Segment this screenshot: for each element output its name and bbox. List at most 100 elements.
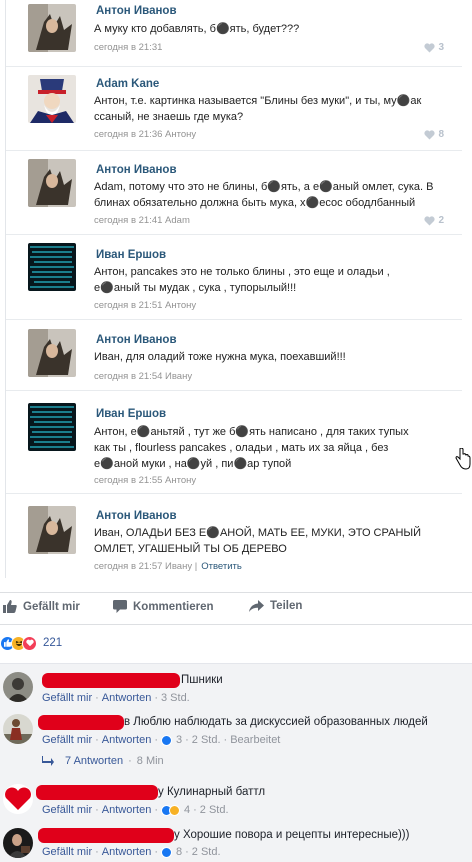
comment-reaction-count[interactable]: 8 bbox=[176, 846, 182, 858]
comment-actions: Gefällt mir · Antworten · 8 · 2 Std. bbox=[42, 846, 221, 858]
replies-time[interactable]: 8 Min bbox=[137, 755, 164, 767]
view-replies-link[interactable]: 7 Antworten · 8 Min bbox=[42, 755, 164, 767]
comment-timestamp: сегодня в 21:41 Adam bbox=[94, 215, 190, 226]
redacted-name bbox=[38, 715, 124, 730]
comment-actions: Gefällt mir · Antworten · 3 Std. bbox=[42, 692, 190, 704]
embedded-screenshot: Антон Иванов А муку кто добавлять, б⚫ять… bbox=[0, 0, 472, 590]
comment-reaction-count[interactable]: 4 bbox=[184, 804, 190, 816]
comment-reply-link[interactable]: Antworten bbox=[102, 734, 152, 746]
comment-reply-link[interactable]: Antworten bbox=[102, 692, 152, 704]
post-action-bar: Gefällt mir Kommentieren Teilen bbox=[0, 592, 472, 625]
vk-comment: Иван Ершов Антон, pancakes это не только… bbox=[6, 235, 462, 320]
thumbs-up-icon bbox=[3, 600, 17, 613]
heart-icon bbox=[424, 129, 436, 139]
replies-count[interactable]: 7 Antworten bbox=[65, 755, 123, 767]
author-name[interactable]: Иван Ершов bbox=[96, 249, 166, 261]
like-count: 8 bbox=[438, 129, 444, 140]
comment-reactions[interactable] bbox=[161, 734, 172, 746]
like-button[interactable]: Gefällt mir bbox=[3, 600, 80, 613]
comment: у Хорошие повора и рецепты интересные)))… bbox=[0, 824, 472, 862]
reaction-count[interactable]: 221 bbox=[43, 637, 62, 649]
comment-meta: сегодня в 21:31 bbox=[94, 42, 162, 53]
comment-timestamp: сегодня в 21:31 bbox=[94, 42, 163, 53]
comment-timestamp: сегодня в 21:55 Антону bbox=[94, 475, 197, 486]
avatar[interactable] bbox=[28, 159, 76, 207]
heart-icon bbox=[424, 42, 436, 52]
comment-label: Kommentieren bbox=[133, 600, 214, 613]
author-name[interactable]: Иван Ершов bbox=[96, 408, 166, 420]
like-counter[interactable]: 8 bbox=[424, 129, 444, 140]
comment-actions: Gefällt mir · Antworten · 3 · 2 Std. · Bearb… bbox=[42, 734, 281, 746]
redacted-name bbox=[36, 785, 158, 800]
vk-comment: Антон Иванов Иван, для оладий тоже нужна… bbox=[6, 320, 462, 391]
comment-text: у Хорошие повора и рецепты интересные))) bbox=[174, 829, 410, 841]
comment-meta: сегодня в 21:57 Ивану | Ответить bbox=[94, 561, 242, 572]
redacted-name bbox=[42, 673, 180, 688]
author-name[interactable]: Антон Иванов bbox=[96, 334, 177, 346]
avatar[interactable] bbox=[3, 784, 33, 814]
comment-timestamp: сегодня в 21:36 Антону bbox=[94, 129, 197, 140]
comment-timestamp: сегодня в 21:54 Ивану bbox=[94, 371, 193, 382]
comment-like-link[interactable]: Gefällt mir bbox=[42, 692, 92, 704]
comment: у Кулинарный баттл Gefällt mir · Antworte… bbox=[0, 780, 472, 820]
comment: Пшники Gefällt mir · Antworten · 3 Std. bbox=[0, 668, 472, 712]
redacted-name bbox=[38, 828, 174, 843]
avatar[interactable] bbox=[3, 828, 33, 858]
like-counter[interactable]: 2 bbox=[424, 215, 444, 226]
vk-comment: Adam Kane Антон, т.е. картинка называетс… bbox=[6, 67, 462, 151]
comment-meta: сегодня в 21:54 Ивану bbox=[94, 371, 192, 382]
comment-time[interactable]: 2 Std. bbox=[200, 804, 229, 816]
reply-link[interactable]: Ответить bbox=[201, 561, 242, 572]
share-arrow-icon bbox=[249, 600, 264, 612]
heart-icon bbox=[424, 215, 436, 225]
avatar[interactable] bbox=[28, 403, 76, 451]
comment-button[interactable]: Kommentieren bbox=[113, 600, 214, 613]
comment-time[interactable]: 2 Std. bbox=[192, 846, 221, 858]
speech-bubble-icon bbox=[113, 600, 127, 613]
comment-reply-link[interactable]: Antworten bbox=[102, 804, 152, 816]
avatar[interactable] bbox=[28, 75, 76, 123]
avatar[interactable] bbox=[28, 506, 76, 554]
comment-text: Иван, ОЛАДЬИ БЕЗ Е⚫АНОЙ, МАТЬ ЕЕ, МУКИ, … bbox=[94, 527, 422, 555]
comment-meta: сегодня в 21:51 Антону bbox=[94, 300, 196, 311]
like-counter[interactable]: 3 bbox=[424, 42, 444, 53]
like-label: Gefällt mir bbox=[23, 600, 80, 613]
avatar[interactable] bbox=[3, 672, 33, 702]
comment-reactions[interactable] bbox=[161, 846, 172, 858]
author-name[interactable]: Антон Иванов bbox=[96, 5, 177, 17]
comment-like-link[interactable]: Gefällt mir bbox=[42, 734, 92, 746]
author-name[interactable]: Антон Иванов bbox=[96, 510, 177, 522]
comment-actions: Gefällt mir · Antworten · 4 · 2 Std. bbox=[42, 804, 229, 816]
reactions-summary[interactable]: 221 bbox=[0, 632, 62, 654]
love-icon bbox=[22, 635, 37, 651]
avatar[interactable] bbox=[28, 329, 76, 377]
comment-reply-link[interactable]: Antworten bbox=[102, 846, 152, 858]
comment-edited-label[interactable]: Bearbeitet bbox=[230, 734, 280, 746]
avatar[interactable] bbox=[28, 4, 76, 52]
comments-section: Пшники Gefällt mir · Antworten · 3 Std. в … bbox=[0, 663, 472, 862]
comment-time[interactable]: 3 Std. bbox=[161, 692, 190, 704]
comment-timestamp: сегодня в 21:57 Ивану | bbox=[94, 561, 198, 572]
comment-text: Adam, потому что это не блины, б⚫ять, а … bbox=[94, 181, 434, 209]
vk-comment: Антон Иванов Иван, ОЛАДЬИ БЕЗ Е⚫АНОЙ, МА… bbox=[6, 494, 462, 578]
comment-like-link[interactable]: Gefällt mir bbox=[42, 846, 92, 858]
author-name[interactable]: Антон Иванов bbox=[96, 164, 177, 176]
comment-text: Пшники bbox=[181, 674, 223, 686]
comment-text: Антон, pancakes это не только блины , эт… bbox=[94, 266, 390, 294]
comment-meta: сегодня в 21:41 Adam bbox=[94, 215, 190, 226]
comment: в Люблю наблюдать за дискуссией образова… bbox=[0, 710, 472, 770]
avatar[interactable] bbox=[28, 243, 76, 291]
comment-reaction-count[interactable]: 3 bbox=[176, 734, 182, 746]
comment-text: Антон, т.е. картинка называется "Блины б… bbox=[94, 95, 422, 123]
comment-reactions[interactable] bbox=[161, 804, 180, 816]
share-button[interactable]: Teilen bbox=[249, 600, 302, 612]
comment-time[interactable]: 2 Std. bbox=[192, 734, 221, 746]
like-count: 2 bbox=[438, 215, 444, 226]
avatar[interactable] bbox=[3, 714, 33, 744]
like-icon bbox=[161, 846, 172, 858]
author-name[interactable]: Adam Kane bbox=[96, 78, 159, 90]
comment-text: Антон, е⚫аньтяй , тут же б⚫ять написано … bbox=[94, 426, 409, 470]
hand-cursor-icon bbox=[455, 447, 471, 475]
comment-like-link[interactable]: Gefällt mir bbox=[42, 804, 92, 816]
vk-comment-thread: Антон Иванов А муку кто добавлять, б⚫ять… bbox=[5, 0, 462, 578]
